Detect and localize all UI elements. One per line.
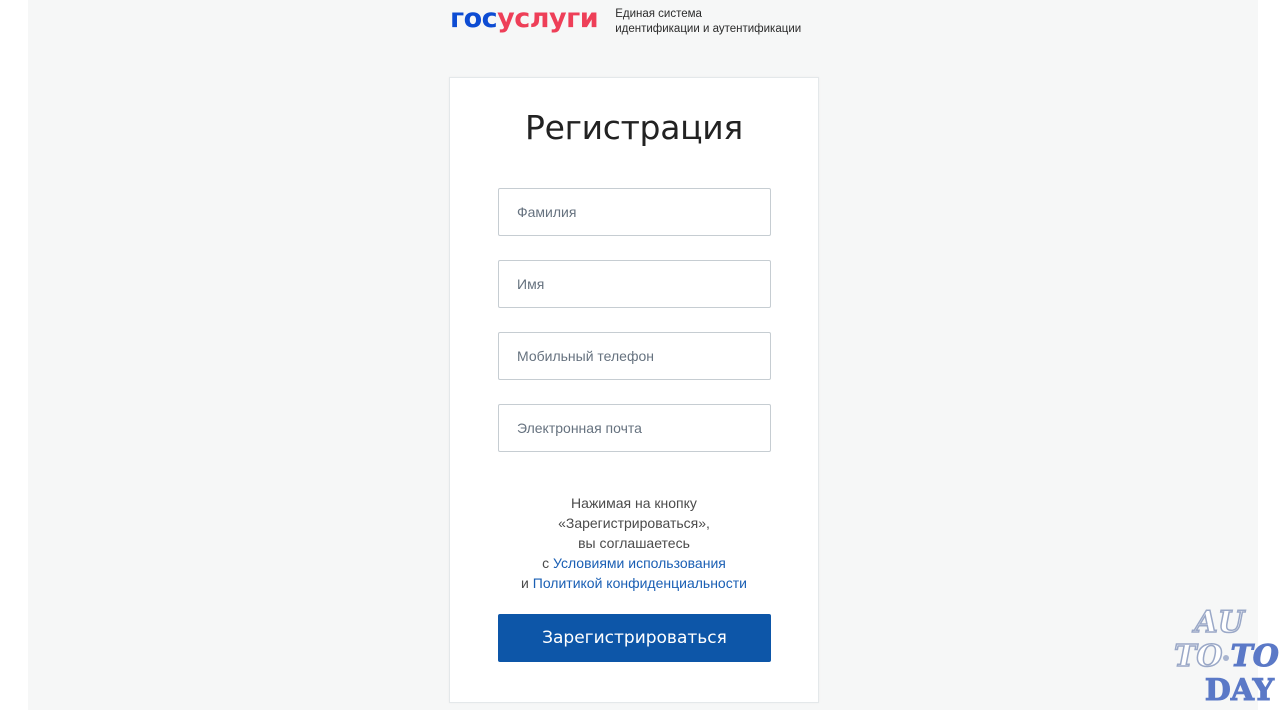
agreement-line-1: Нажимая на кнопку	[571, 495, 697, 511]
register-button[interactable]: Зарегистрироваться	[498, 614, 771, 662]
watermark-line-3: DAY	[1204, 673, 1274, 708]
registration-card	[449, 77, 819, 703]
surname-input[interactable]	[498, 188, 771, 236]
agreement-line-2: «Зарегистрироваться»,	[558, 515, 710, 531]
logo-wordmark: госуслуги	[450, 2, 599, 36]
first-name-input[interactable]	[498, 260, 771, 308]
logo-uslugi-text: услуги	[497, 3, 599, 34]
page: госуслуги Единая система идентификации и…	[0, 0, 1280, 710]
tagline-line-2: идентификации и аутентификации	[615, 23, 802, 35]
logo-tagline: Единая система идентификации и аутентифи…	[615, 7, 801, 37]
agreement-line-5: и Политикой конфиденциальности	[449, 573, 819, 593]
terms-of-use-link[interactable]: Условиями использования	[553, 555, 726, 571]
agreement-line-4: с Условиями использования	[449, 553, 819, 573]
mobile-phone-input[interactable]	[498, 332, 771, 380]
agreement-text: Нажимая на кнопку «Зарегистрироваться», …	[449, 493, 819, 593]
agreement-line-3: вы соглашаетесь	[578, 535, 690, 551]
agreement-prefix-and: и	[521, 575, 529, 591]
page-title: Регистрация	[525, 108, 743, 147]
logo-gos-text: гос	[450, 3, 498, 34]
watermark-to-1: TO	[1173, 639, 1223, 675]
agreement-prefix-with: с	[542, 555, 550, 571]
tagline-line-1: Единая система	[615, 8, 702, 20]
gosuslugi-logo[interactable]: госуслуги Единая система идентификации и…	[450, 2, 801, 42]
autotoday-watermark: AU TO TO DAY	[1173, 605, 1279, 708]
watermark-dot	[1223, 655, 1230, 661]
privacy-policy-link[interactable]: Политикой конфиденциальности	[533, 575, 747, 591]
watermark-to-2: TO	[1230, 639, 1279, 674]
email-input[interactable]	[498, 404, 771, 452]
watermark-line-2: TO TO	[1173, 639, 1279, 675]
watermark-line-1: AU	[1194, 605, 1245, 641]
